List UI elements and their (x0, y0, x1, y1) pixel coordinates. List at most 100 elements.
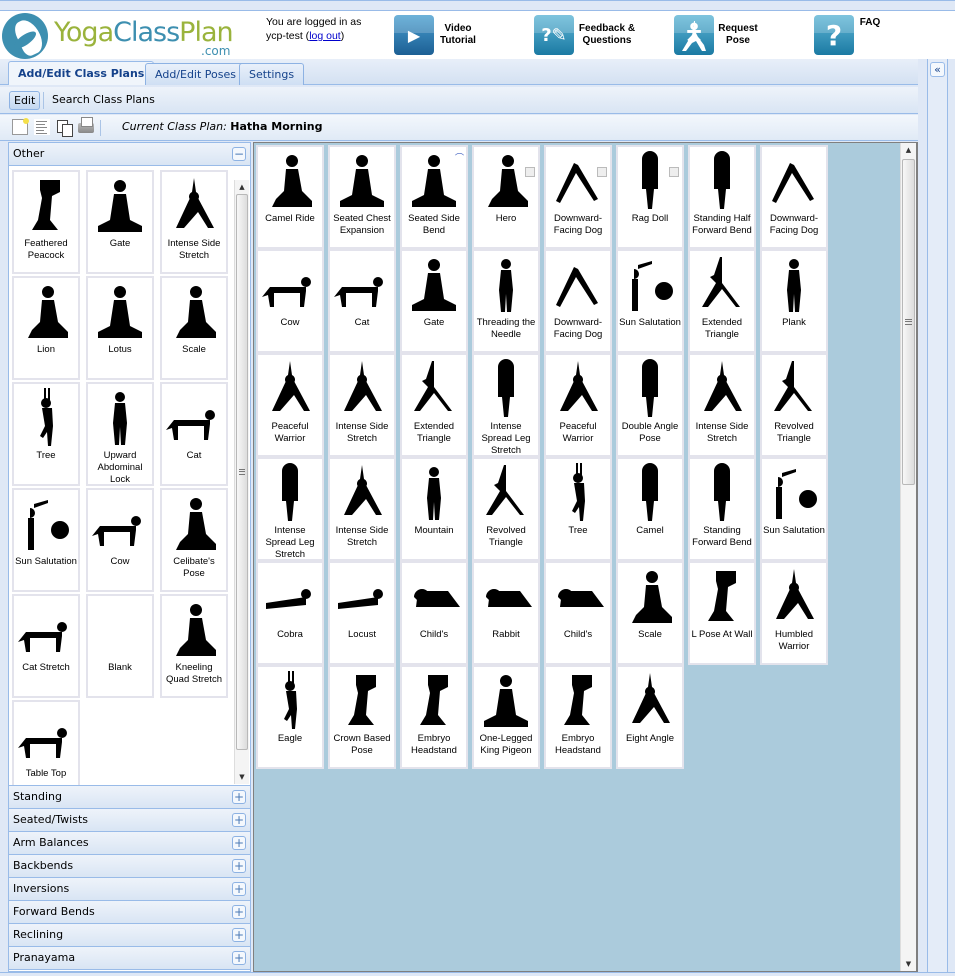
pose-card-mountain[interactable]: Mountain (400, 457, 468, 561)
pose-card-intense-side-stretch[interactable]: Intense Side Stretch (328, 457, 396, 561)
pose-card-eight-angle[interactable]: Eight Angle (616, 665, 684, 769)
pose-card-lion[interactable]: Lion (12, 276, 80, 380)
pose-card-humbled-warrior[interactable]: Humbled Warrior (760, 561, 828, 665)
pose-card-standing-forward-bend[interactable]: Standing Forward Bend (688, 457, 756, 561)
expand-section-button[interactable]: + (232, 951, 246, 965)
pose-card-one-legged-king-pigeon[interactable]: One-Legged King Pigeon (472, 665, 540, 769)
pose-card-tree[interactable]: Tree (12, 382, 80, 486)
tab-settings[interactable]: Settings (239, 63, 305, 85)
pose-card-scale[interactable]: Scale (616, 561, 684, 665)
pose-card-locust[interactable]: Locust (328, 561, 396, 665)
expand-section-button[interactable]: + (232, 859, 246, 873)
pose-card-intense-spread-leg-stretch[interactable]: Intense Spread Leg Stretch (256, 457, 324, 561)
pose-card-feathered-peacock[interactable]: Feathered Peacock (12, 170, 80, 274)
scroll-down-button[interactable]: ▼ (901, 957, 916, 971)
section-pranayama-header[interactable]: Pranayama + (9, 947, 250, 970)
pose-card-downward-facing-dog[interactable]: Downward-Facing Dog (544, 145, 612, 249)
pose-card-cow[interactable]: Cow (256, 249, 324, 353)
expand-section-button[interactable]: + (232, 882, 246, 896)
expand-section-button[interactable]: + (232, 928, 246, 942)
section-seated-twists-header[interactable]: Seated/Twists + (9, 809, 250, 832)
pose-card-peaceful-warrior[interactable]: Peaceful Warrior (256, 353, 324, 457)
pose-card-cat[interactable]: Cat (328, 249, 396, 353)
pose-card-table-top[interactable]: Table Top (12, 700, 80, 785)
pose-card-intense-side-stretch[interactable]: Intense Side Stretch (688, 353, 756, 457)
note-icon[interactable] (525, 167, 535, 177)
collapse-section-button[interactable]: − (232, 147, 246, 161)
pose-card-gate[interactable]: Gate (86, 170, 154, 274)
list-icon[interactable] (34, 119, 50, 135)
pose-card-cow[interactable]: Cow (86, 488, 154, 592)
pose-card-kneeling-quad-stretch[interactable]: Kneeling Quad Stretch (160, 594, 228, 698)
expand-section-button[interactable]: + (232, 836, 246, 850)
canvas-scrollbar[interactable]: ▲ ▼ (900, 143, 916, 971)
pose-card-celibate-s-pose[interactable]: Celibate's Pose (160, 488, 228, 592)
pose-card-sun-salutation[interactable]: Sun Salutation (616, 249, 684, 353)
section-arm-balances-header[interactable]: Arm Balances + (9, 832, 250, 855)
logout-link[interactable]: log out (309, 30, 341, 42)
pose-card-rabbit[interactable]: Rabbit (472, 561, 540, 665)
library-scrollbar[interactable]: ▲ ▼ (234, 180, 249, 784)
pose-card-intense-spread-leg-stretch[interactable]: Intense Spread Leg Stretch (472, 353, 540, 457)
section-standing-header[interactable]: Standing + (9, 786, 250, 809)
scroll-thumb[interactable] (902, 159, 915, 485)
pose-card-child-s[interactable]: Child's (400, 561, 468, 665)
pose-card-plank[interactable]: Plank (760, 249, 828, 353)
pose-card-sun-salutation[interactable]: Sun Salutation (760, 457, 828, 561)
logo[interactable]: YogaClassPlan .com (2, 13, 234, 59)
pose-card-camel[interactable]: Camel (616, 457, 684, 561)
request-pose-button[interactable]: 🯅 Request Pose (674, 15, 758, 55)
note-icon[interactable] (669, 167, 679, 177)
search-class-plans-button[interactable]: Search Class Plans (48, 91, 159, 110)
pose-card-double-angle-pose[interactable]: Double Angle Pose (616, 353, 684, 457)
video-tutorial-button[interactable]: ▶ Video Tutorial (394, 15, 478, 55)
scroll-down-button[interactable]: ▼ (235, 770, 249, 784)
pose-card-peaceful-warrior[interactable]: Peaceful Warrior (544, 353, 612, 457)
note-icon[interactable] (597, 167, 607, 177)
pose-card-hero[interactable]: Hero (472, 145, 540, 249)
pose-card-l-pose-at-wall[interactable]: L Pose At Wall (688, 561, 756, 665)
pose-card-extended-triangle[interactable]: Extended Triangle (688, 249, 756, 353)
pose-card-crown-based-pose[interactable]: Crown Based Pose (328, 665, 396, 769)
scroll-up-button[interactable]: ▲ (901, 143, 916, 157)
new-plan-icon[interactable] (12, 118, 29, 135)
feedback-button[interactable]: ?✎ Feedback & Questions (534, 15, 636, 55)
pose-card-cobra[interactable]: Cobra (256, 561, 324, 665)
pose-card-tree[interactable]: Tree (544, 457, 612, 561)
expand-panel-button[interactable]: « (930, 62, 945, 77)
expand-section-button[interactable]: + (232, 905, 246, 919)
pose-card-downward-facing-dog[interactable]: Downward-Facing Dog (544, 249, 612, 353)
section-other-header[interactable]: Other − (9, 143, 250, 166)
section-forward-bends-header[interactable]: Forward Bends + (9, 901, 250, 924)
pose-card-scale[interactable]: Scale (160, 276, 228, 380)
copy-icon[interactable] (56, 119, 73, 137)
pose-card-sun-salutation[interactable]: Sun Salutation (12, 488, 80, 592)
section-reclining-header[interactable]: Reclining + (9, 924, 250, 947)
pose-card-camel-ride[interactable]: Camel Ride (256, 145, 324, 249)
pose-card-threading-the-needle[interactable]: Threading the Needle (472, 249, 540, 353)
pose-card-embryo-headstand[interactable]: Embryo Headstand (400, 665, 468, 769)
pose-card-extended-triangle[interactable]: Extended Triangle (400, 353, 468, 457)
pose-card-lotus[interactable]: Lotus (86, 276, 154, 380)
edit-button[interactable]: Edit (9, 91, 41, 110)
pose-card-revolved-triangle[interactable]: Revolved Triangle (472, 457, 540, 561)
pose-card-gate[interactable]: Gate (400, 249, 468, 353)
expand-section-button[interactable]: + (232, 790, 246, 804)
tab-add-edit-class-plans[interactable]: Add/Edit Class Plans (8, 61, 155, 85)
pose-card-child-s[interactable]: Child's (544, 561, 612, 665)
faq-button[interactable]: ? FAQ (814, 15, 882, 55)
pose-card-rag-doll[interactable]: Rag Doll (616, 145, 684, 249)
pose-card-standing-half-forward-bend[interactable]: Standing Half Forward Bend (688, 145, 756, 249)
pose-card-eagle[interactable]: Eagle (256, 665, 324, 769)
pose-card-seated-side-bend[interactable]: Seated Side Bend ⌒ (400, 145, 468, 249)
tab-add-edit-poses[interactable]: Add/Edit Poses (145, 63, 247, 85)
pose-card-intense-side-stretch[interactable]: Intense Side Stretch (328, 353, 396, 457)
pose-card-downward-facing-dog[interactable]: Downward-Facing Dog (760, 145, 828, 249)
pose-card-cat[interactable]: Cat (160, 382, 228, 486)
pose-card-blank[interactable]: Blank (86, 594, 154, 698)
pose-card-cat-stretch[interactable]: Cat Stretch (12, 594, 80, 698)
section-backbends-header[interactable]: Backbends + (9, 855, 250, 878)
pose-card-intense-side-stretch[interactable]: Intense Side Stretch (160, 170, 228, 274)
pose-card-upward-abdominal-lock[interactable]: Upward Abdominal Lock (86, 382, 154, 486)
section-inversions-header[interactable]: Inversions + (9, 878, 250, 901)
